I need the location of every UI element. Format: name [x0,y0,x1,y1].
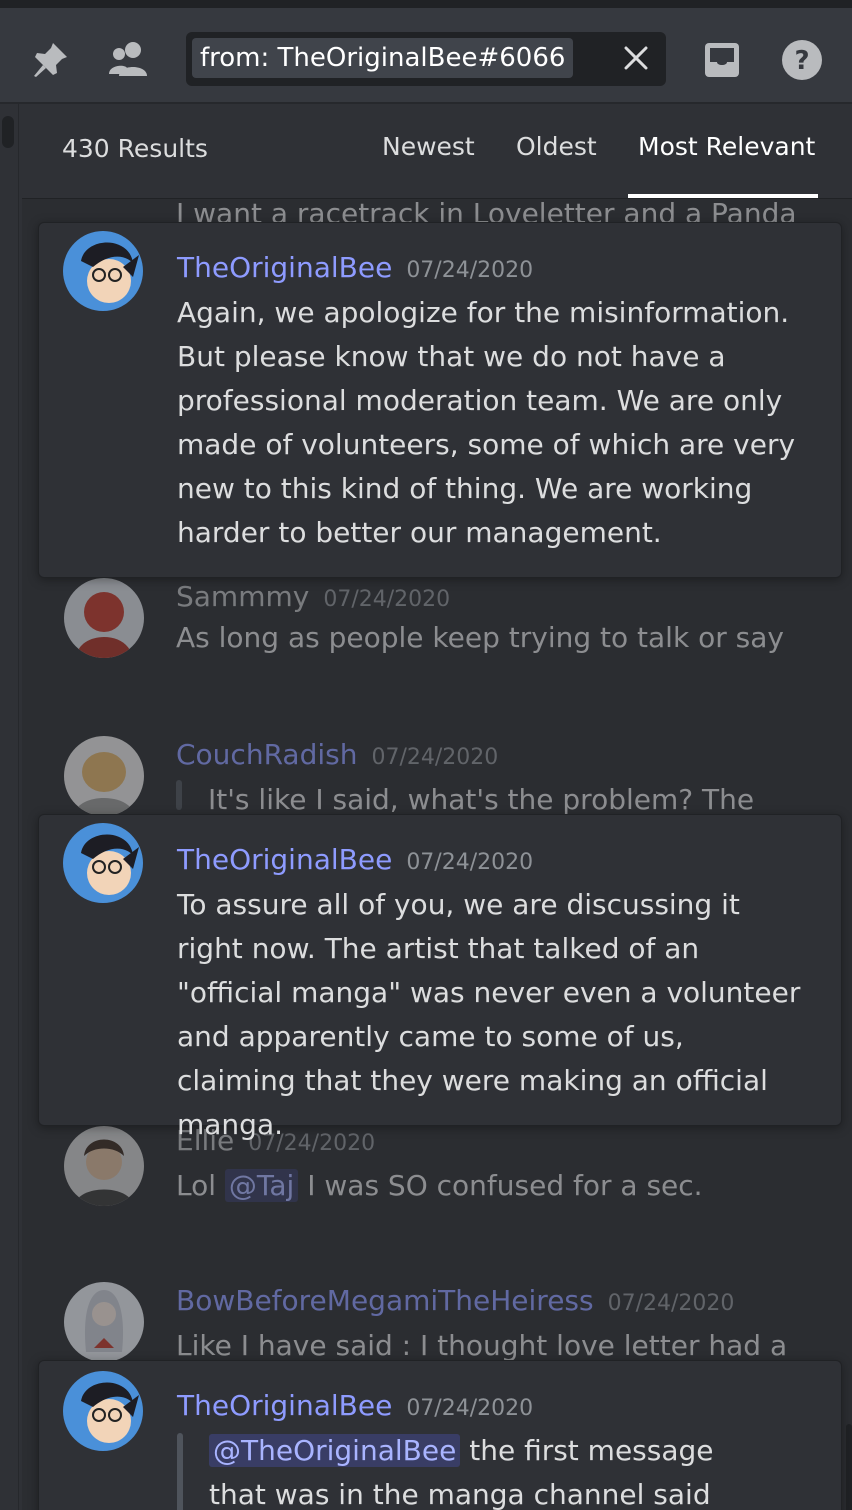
context-message: BowBeforeMegamiTheHeiress 07/24/2020 Like… [38,1280,842,1360]
search-query[interactable]: from: TheOriginalBee#6066 [192,38,574,78]
timestamp: 07/24/2020 [406,258,534,283]
message-header: TheOriginalBee 07/24/2020 [177,843,533,876]
context-message: CouchRadish 07/24/2020 It's like I said, … [38,734,842,814]
close-icon[interactable] [620,42,652,74]
avatar[interactable] [63,231,143,311]
message-text: Lol @Taj I was SO confused for a sec. [176,1169,703,1202]
message-text: Again, we apologize for the misinformati… [177,296,796,549]
search-result-card[interactable]: TheOriginalBee 07/24/2020 Again, we apolo… [38,222,842,578]
results-header: 430 Results Newest Oldest Most Relevant [22,104,852,199]
help-icon[interactable]: ? [778,36,826,84]
members-icon[interactable] [106,36,154,84]
search-result-card[interactable]: TheOriginalBee 07/24/2020 @TheOriginalBee… [38,1360,842,1510]
author-name[interactable]: TheOriginalBee [177,843,392,876]
tab-most-relevant[interactable]: Most Relevant [638,132,815,161]
context-message: Sammmy 07/24/2020 As long as people keep … [38,576,842,660]
author-name[interactable]: Sammmy [176,580,309,613]
pin-icon[interactable] [26,36,74,84]
message-header: CouchRadish 07/24/2020 [176,738,498,771]
quote-bar [176,780,182,810]
search-results-panel: 430 Results Newest Oldest Most Relevant … [22,104,852,1510]
message-text: To assure all of you, we are discussing … [177,888,801,1141]
timestamp: 07/24/2020 [371,745,499,770]
avatar[interactable] [63,1371,143,1451]
message-text: @TheOriginalBee the first message [209,1429,714,1473]
search-box[interactable]: from: TheOriginalBee#6066 [186,32,666,86]
user-mention[interactable]: @TheOriginalBee [209,1434,461,1467]
timestamp: 07/24/2020 [607,1291,735,1316]
results-count: 430 Results [62,134,208,163]
message-text: It's like I said, what's the problem? Th… [208,783,755,814]
author-name[interactable]: TheOriginalBee [177,1389,392,1422]
message-text-line: that was in the manga channel said [209,1478,711,1510]
active-tab-indicator [628,194,818,198]
quote-bar [177,1433,183,1510]
tab-newest[interactable]: Newest [382,132,475,161]
message-header: TheOriginalBee 07/24/2020 [177,251,533,284]
message-text: As long as people keep trying to talk or… [176,621,784,654]
author-name[interactable]: BowBeforeMegamiTheHeiress [176,1284,594,1317]
avatar[interactable] [64,736,144,814]
timestamp: 07/24/2020 [406,1396,534,1421]
avatar[interactable] [64,1126,144,1206]
user-mention[interactable]: @Taj [224,1169,299,1202]
message-header: BowBeforeMegamiTheHeiress 07/24/2020 [176,1284,734,1317]
message-text: Like I have said : I thought love letter… [176,1329,788,1360]
tab-oldest[interactable]: Oldest [516,132,597,161]
message-header: TheOriginalBee 07/24/2020 [177,1389,533,1422]
inbox-icon[interactable] [698,36,746,84]
left-scrollbar[interactable] [0,104,19,1510]
channel-toolbar: from: TheOriginalBee#6066 ? [0,8,852,104]
author-name[interactable]: TheOriginalBee [177,251,392,284]
avatar[interactable] [64,578,144,658]
scroll-thumb[interactable] [2,116,14,148]
author-name[interactable]: CouchRadish [176,738,357,771]
search-result-card[interactable]: TheOriginalBee 07/24/2020 To assure all o… [38,814,842,1141]
svg-text:?: ? [794,46,809,76]
avatar[interactable] [64,1282,144,1360]
timestamp: 07/24/2020 [406,850,534,875]
results-scrollbar[interactable] [846,1424,852,1510]
message-header: Sammmy 07/24/2020 [176,580,450,613]
window-top-strip [0,0,852,8]
avatar[interactable] [63,823,143,903]
timestamp: 07/24/2020 [323,587,451,612]
